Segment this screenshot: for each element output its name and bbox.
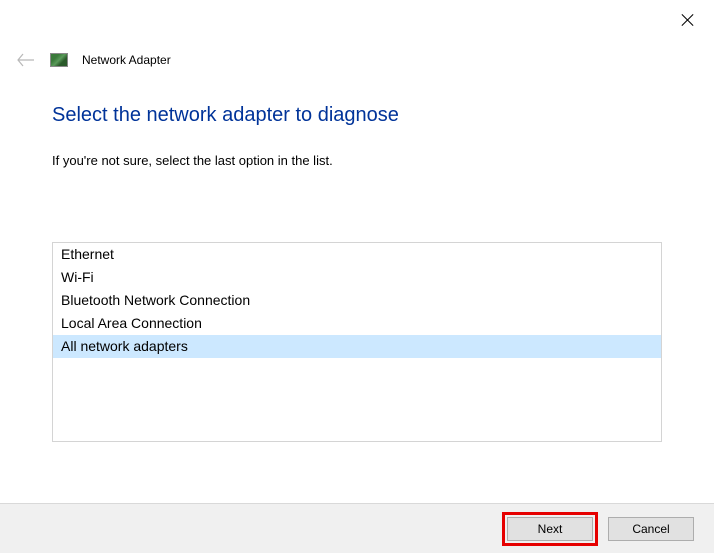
wizard-header: Network Adapter <box>0 0 714 70</box>
list-item-ethernet[interactable]: Ethernet <box>53 243 661 266</box>
adapter-listbox[interactable]: Ethernet Wi-Fi Bluetooth Network Connect… <box>52 242 662 442</box>
list-item-local-area[interactable]: Local Area Connection <box>53 312 661 335</box>
next-highlight: Next <box>502 512 598 546</box>
list-item-bluetooth[interactable]: Bluetooth Network Connection <box>53 289 661 312</box>
page-heading: Select the network adapter to diagnose <box>52 104 662 127</box>
cancel-button[interactable]: Cancel <box>608 517 694 541</box>
list-item-all-adapters[interactable]: All network adapters <box>53 335 661 358</box>
next-button[interactable]: Next <box>507 517 593 541</box>
wizard-title: Network Adapter <box>82 53 171 67</box>
content-area: Select the network adapter to diagnose I… <box>0 70 714 442</box>
network-adapter-icon <box>50 53 68 67</box>
wizard-footer: Next Cancel <box>0 503 714 553</box>
close-icon[interactable] <box>680 12 696 28</box>
page-subtitle: If you're not sure, select the last opti… <box>52 153 662 168</box>
back-arrow-icon <box>16 50 36 70</box>
list-item-wifi[interactable]: Wi-Fi <box>53 266 661 289</box>
